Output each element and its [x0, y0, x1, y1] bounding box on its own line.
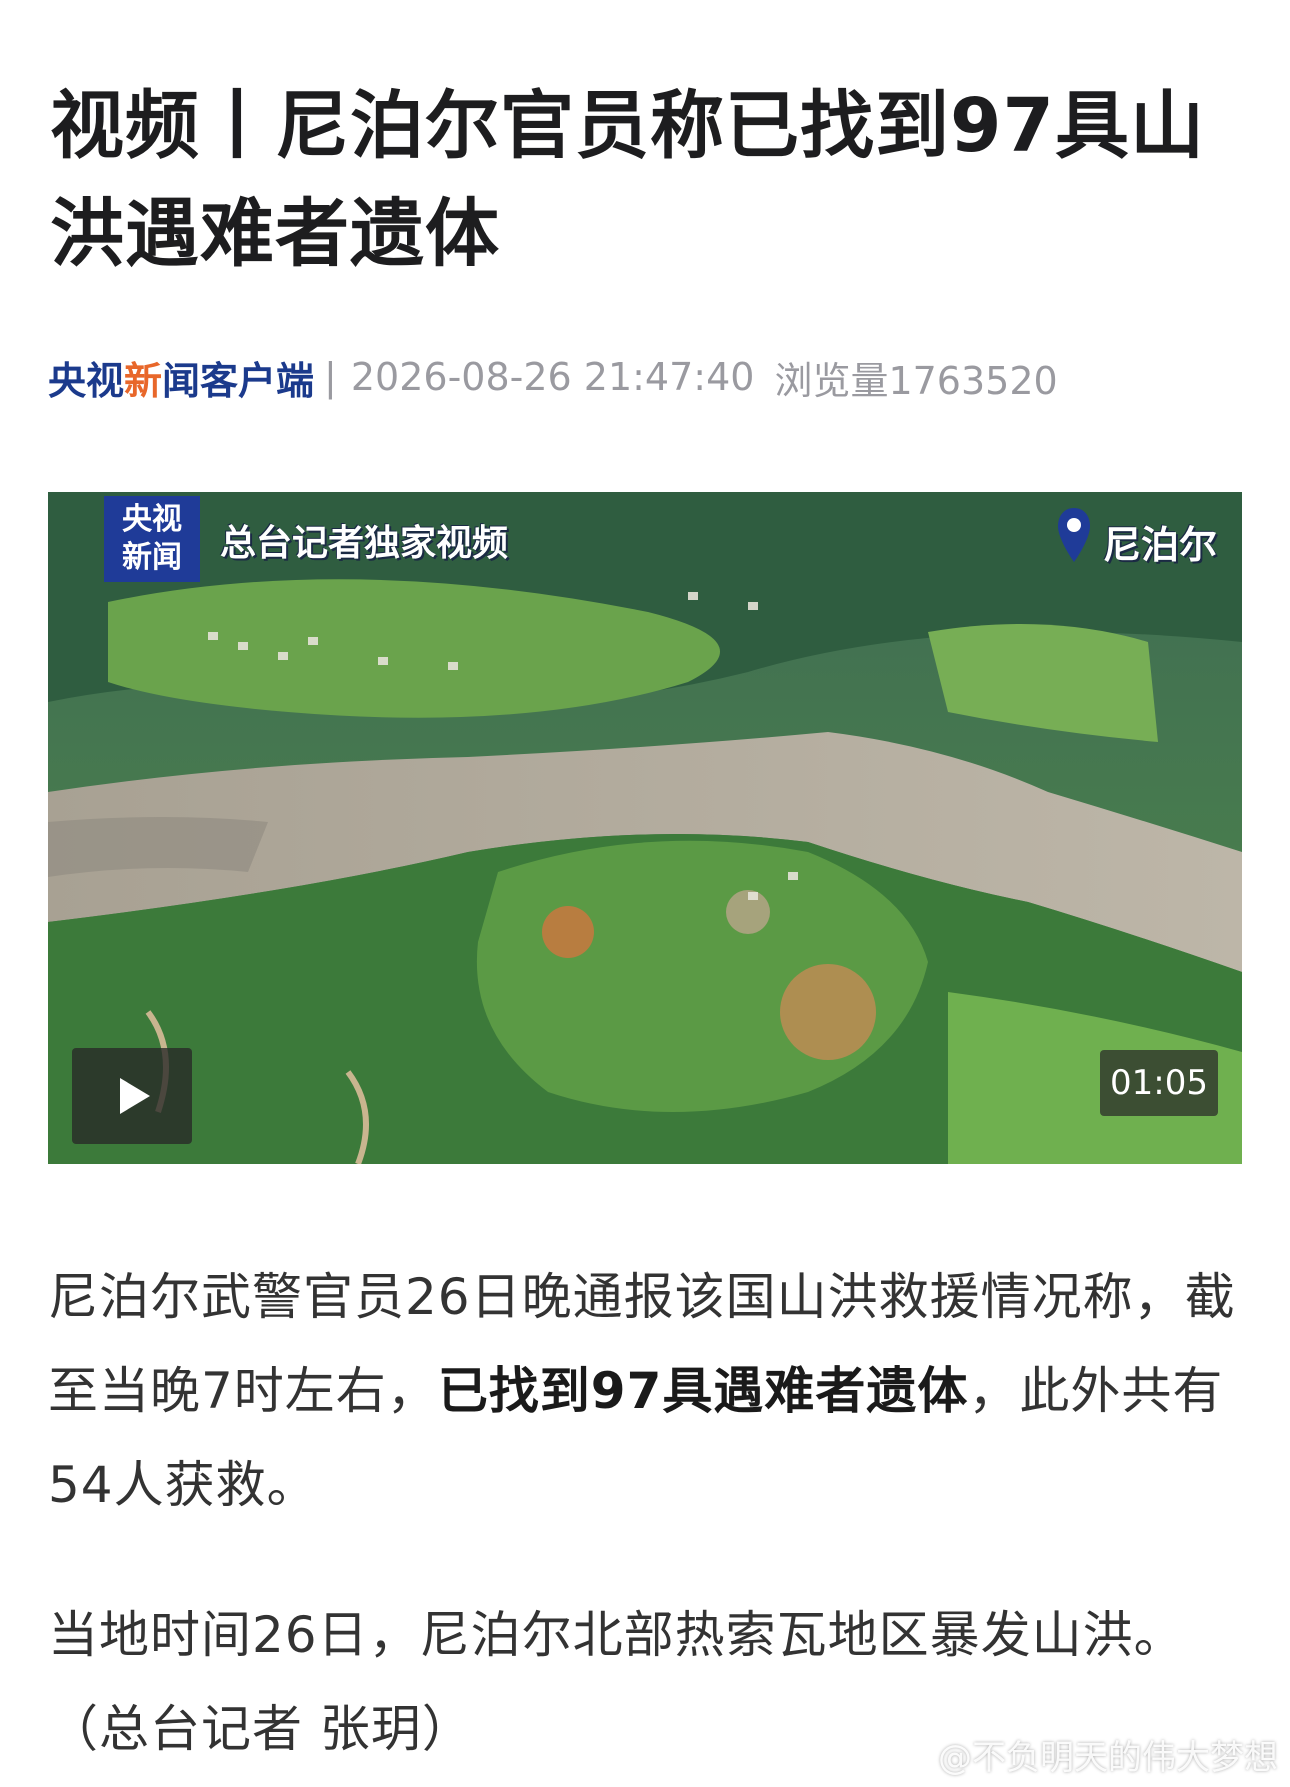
location-label: 尼泊尔 [1103, 523, 1218, 567]
logo-line2: 新闻 [122, 540, 182, 575]
source-name-accent: 新 [124, 358, 163, 403]
meta-separator: | [324, 355, 337, 399]
video-player[interactable]: 央视 新闻 总台记者独家视频 尼泊尔 01:05 [48, 492, 1242, 1164]
video-duration: 01:05 [1100, 1050, 1218, 1116]
play-button[interactable] [72, 1048, 192, 1144]
article-meta: 央视新闻客户端 | 2026-08-26 21:47:40 浏览量1763520 [48, 350, 1058, 405]
cctv-news-logo: 央视 新闻 [104, 496, 200, 582]
p1-bold-text: 已找到97具遇难者遗体 [437, 1362, 969, 1420]
weibo-icon [887, 1739, 930, 1773]
article-card: 视频丨尼泊尔官员称已找到97具山洪遇难者遗体 央视新闻客户端 | 2026-08… [0, 0, 1290, 1787]
location-pin-icon [1058, 508, 1090, 562]
source-name-part2: 闻客户端 [162, 358, 315, 403]
logo-line1: 央视 [122, 502, 182, 537]
video-thumbnail [48, 492, 1242, 1164]
source-name[interactable]: 央视新闻客户端 [48, 350, 314, 405]
video-banner: 总台记者独家视频 [220, 523, 509, 564]
play-icon [120, 1078, 150, 1114]
article-title: 视频丨尼泊尔官员称已找到97具山洪遇难者遗体 [50, 83, 1205, 277]
view-count: 浏览量1763520 [774, 358, 1058, 403]
publish-time: 2026-08-26 21:47:40 [350, 355, 755, 399]
body-paragraph-1: 尼泊尔武警官员26日晚通报该国山洪救援情况称，截至当晚7时左右，已找到97具遇难… [48, 1250, 1242, 1532]
source-name-part1: 央视 [48, 358, 125, 403]
weibo-watermark: @不负明天的伟大梦想 [886, 1730, 1278, 1779]
watermark-text: @不负明天的伟大梦想 [938, 1738, 1278, 1778]
